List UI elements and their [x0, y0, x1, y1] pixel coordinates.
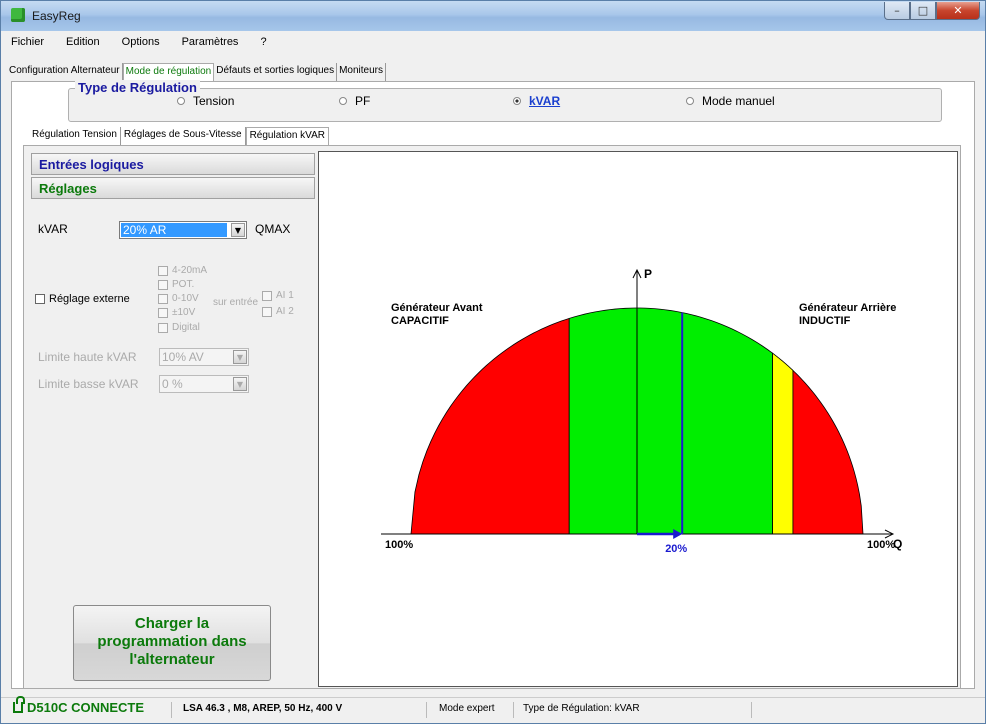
- zone-yellow: [772, 352, 794, 535]
- x-right-label: 100%: [867, 539, 895, 551]
- checkbox-4-20ma[interactable]: 4-20mA: [158, 265, 207, 276]
- reglages-button[interactable]: Réglages: [31, 177, 315, 199]
- zone-red-right: [792, 369, 864, 535]
- entrees-logiques-button[interactable]: Entrées logiques: [31, 153, 315, 175]
- x-left-label: 100%: [385, 539, 413, 551]
- kvar-select-value: 20% AR: [121, 223, 227, 237]
- radio-tension[interactable]: Tension: [177, 94, 234, 108]
- zone-red-left: [410, 317, 570, 535]
- radio-button[interactable]: [177, 97, 185, 105]
- chevron-down-icon[interactable]: ▼: [231, 223, 245, 237]
- checkbox-10v[interactable]: ±10V: [158, 307, 195, 318]
- checkbox-reglage-externe[interactable]: Réglage externe: [35, 293, 130, 305]
- radio-kvar[interactable]: kVAR: [513, 94, 560, 108]
- type-regulation-label: Type de Régulation: [75, 80, 200, 95]
- checkbox-ai1[interactable]: AI 1: [262, 290, 294, 301]
- setpoint-label: 20%: [665, 543, 687, 555]
- tab-moniteurs[interactable]: Moniteurs: [337, 63, 386, 81]
- zone-green: [568, 307, 773, 535]
- limite-basse-label: Limite basse kVAR: [38, 377, 139, 391]
- tab-defauts-sorties[interactable]: Défauts et sorties logiques: [214, 63, 338, 81]
- tab-regulation-tension[interactable]: Régulation Tension: [29, 127, 121, 145]
- tab-reglages-sous-vitesse[interactable]: Réglages de Sous-Vitesse: [121, 127, 246, 145]
- menu-bar: Fichier Edition Options Paramètres ?: [1, 31, 985, 53]
- checkbox-ai2[interactable]: AI 2: [262, 306, 294, 317]
- checkbox-pot[interactable]: POT.: [158, 279, 194, 290]
- kvar-chart: P Q 100% 100% 20% Générateur Avant CAPACITIF Gé…: [318, 151, 958, 687]
- annotation-arriere: Générateur Arrière: [799, 302, 896, 314]
- radio-mode-manuel[interactable]: Mode manuel: [686, 94, 775, 108]
- annotation-capacitif: CAPACITIF: [391, 315, 449, 327]
- chevron-down-icon[interactable]: ▼: [233, 377, 247, 391]
- menu-options[interactable]: Options: [111, 36, 171, 48]
- checkbox-0-10v[interactable]: 0-10V: [158, 293, 199, 304]
- regulation-type-status: Type de Régulation: kVAR: [523, 703, 640, 714]
- lock-icon: [13, 696, 25, 713]
- limite-basse-select[interactable]: 0 % ▼: [159, 375, 249, 393]
- menu-help[interactable]: ?: [249, 36, 277, 48]
- menu-parametres[interactable]: Paramètres: [171, 36, 250, 48]
- sub-tab-bar: Régulation Tension Réglages de Sous-Vite…: [29, 127, 329, 145]
- close-button[interactable]: ✕: [936, 2, 980, 20]
- kvar-select[interactable]: 20% AR ▼: [119, 221, 247, 239]
- tab-regulation-kvar[interactable]: Régulation kVAR: [245, 127, 329, 145]
- menu-fichier[interactable]: Fichier: [1, 36, 55, 48]
- menu-edition[interactable]: Edition: [55, 36, 111, 48]
- mode-status: Mode expert: [439, 703, 495, 714]
- charger-programmation-button[interactable]: Charger la programmation dans l'alternat…: [73, 605, 271, 681]
- limite-haute-label: Limite haute kVAR: [38, 350, 137, 364]
- chevron-down-icon[interactable]: ▼: [233, 350, 247, 364]
- tab-configuration-alternateur[interactable]: Configuration Alternateur: [7, 63, 123, 81]
- radio-button-checked[interactable]: [513, 97, 521, 105]
- annotation-avant: Générateur Avant: [391, 302, 483, 314]
- machine-info: LSA 46.3 , M8, AREP, 50 Hz, 400 V: [183, 703, 343, 714]
- title-bar: EasyReg – □ ✕: [1, 1, 985, 31]
- radio-button[interactable]: [686, 97, 694, 105]
- app-window: EasyReg – □ ✕ Fichier Edition Options Pa…: [0, 0, 986, 724]
- window-title: EasyReg: [32, 9, 81, 23]
- radio-button[interactable]: [339, 97, 347, 105]
- tab-mode-regulation[interactable]: Mode de régulation: [122, 63, 215, 81]
- annotation-inductif: INDUCTIF: [799, 315, 851, 327]
- limite-haute-select[interactable]: 10% AV ▼: [159, 348, 249, 366]
- kvar-label: kVAR: [38, 222, 68, 236]
- checkbox-digital[interactable]: Digital: [158, 322, 200, 333]
- maximize-button[interactable]: □: [910, 2, 936, 20]
- status-bar: D510C CONNECTE LSA 46.3 , M8, AREP, 50 H…: [1, 696, 985, 723]
- top-tab-bar: Configuration Alternateur Mode de régula…: [7, 63, 386, 81]
- chart-svg: PQ100% 100%20%Générateur AvantCAPACITIFGé…: [381, 267, 902, 555]
- app-icon: [11, 8, 25, 22]
- axis-label-p: P: [644, 267, 652, 281]
- radio-pf[interactable]: PF: [339, 94, 370, 108]
- qmax-label: QMAX: [255, 222, 291, 236]
- connection-status: D510C CONNECTE: [13, 696, 144, 715]
- sur-entree-label: sur entrée: [213, 297, 259, 308]
- minimize-button[interactable]: –: [884, 2, 910, 20]
